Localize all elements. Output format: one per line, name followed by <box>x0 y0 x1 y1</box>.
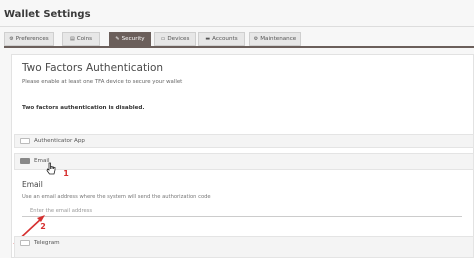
tab-label: Security <box>121 36 145 42</box>
devices-icon: ▭ <box>160 36 166 42</box>
email-field-label: Email <box>22 180 43 189</box>
authenticator-header[interactable]: Authenticator App <box>20 138 85 144</box>
telegram-section <box>14 236 474 258</box>
tab-maintenance[interactable]: ⚙ Maintenance <box>249 32 301 46</box>
gear-icon: ⚙ <box>9 36 14 42</box>
tab-preferences[interactable]: ⚙ Preferences <box>4 32 54 46</box>
tab-label: Preferences <box>15 36 49 42</box>
tab-security[interactable]: ✎ Security <box>109 32 151 46</box>
telegram-toggle[interactable] <box>20 240 30 246</box>
tfa-title: Two Factors Authentication <box>22 62 164 74</box>
tab-devices[interactable]: ▭ Devices <box>154 32 196 46</box>
page-title: Wallet Settings <box>4 9 91 20</box>
tab-accounts[interactable]: ▬ Accounts <box>198 32 245 46</box>
wrench-icon: ⚙ <box>253 36 259 42</box>
authenticator-label: Authenticator App <box>34 138 85 144</box>
email-input[interactable] <box>22 205 462 217</box>
folder-icon: ▬ <box>205 36 211 42</box>
coins-icon: ▤ <box>69 36 75 42</box>
settings-tabs: ⚙ Preferences ▤ Coins ✎ Security ▭ Devic… <box>4 32 474 46</box>
tab-label: Devices <box>167 36 190 42</box>
tfa-subtitle: Please enable at least one TFA device to… <box>22 79 183 85</box>
key-icon: ✎ <box>115 36 120 42</box>
hand-cursor-icon <box>46 162 56 175</box>
tabs-underline <box>4 46 474 48</box>
tfa-status: Two factors authentication is disabled. <box>22 105 145 111</box>
annotation-step-2: 2 <box>40 222 46 231</box>
authenticator-toggle[interactable] <box>20 138 30 144</box>
email-section-header <box>14 153 474 170</box>
tab-label: Accounts <box>212 36 238 42</box>
title-divider <box>0 26 474 27</box>
annotation-step-1: 1 <box>63 169 69 178</box>
tab-label: Maintenance <box>260 36 297 42</box>
tab-label: Coins <box>76 36 93 42</box>
telegram-header[interactable]: Telegram <box>20 240 60 246</box>
telegram-label: Telegram <box>34 240 60 246</box>
tab-coins[interactable]: ▤ Coins <box>62 32 100 46</box>
email-field-help: Use an email address where the system wi… <box>22 194 211 200</box>
email-toggle[interactable] <box>20 158 30 164</box>
